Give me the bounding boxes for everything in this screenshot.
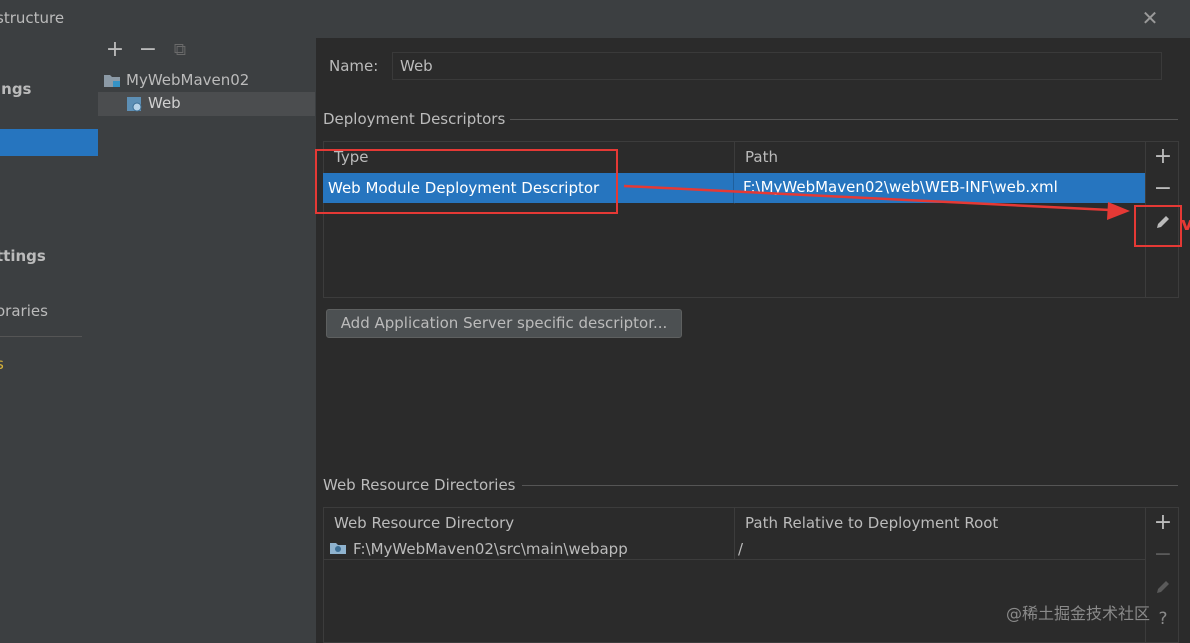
- relative-path-cell: /: [738, 540, 744, 558]
- sidebar-selected-item[interactable]: [0, 129, 98, 156]
- annotation-arrow: [623, 184, 1130, 220]
- add-server-descriptor-button[interactable]: Add Application Server specific descript…: [326, 309, 682, 338]
- plus-icon: +: [105, 37, 125, 62]
- group-separator: [522, 485, 1178, 486]
- close-button[interactable]: ✕: [1140, 6, 1160, 30]
- table-row[interactable]: F:\MyWebMaven02\src\main\webapp /: [324, 538, 1145, 559]
- annotation-highlight-type: [315, 149, 618, 214]
- module-folder-icon: [104, 75, 120, 87]
- tree-node-web[interactable]: Web: [98, 92, 315, 116]
- deployment-descriptors-title: Deployment Descriptors: [323, 110, 506, 128]
- sidebar-section-platform-settings: ttings: [0, 247, 46, 265]
- web-resource-directories-title: Web Resource Directories: [323, 476, 516, 494]
- tree-node-label: Web: [148, 94, 181, 112]
- copy-icon: ⧉: [173, 40, 187, 60]
- edit-resource-button[interactable]: [1147, 573, 1179, 601]
- edit-pencil-icon: [1157, 581, 1169, 593]
- help-icon: ?: [1158, 609, 1168, 629]
- watermark: @稀土掘金技术社区: [1006, 604, 1151, 623]
- tree-panel: [98, 38, 316, 643]
- help-button[interactable]: ?: [1147, 605, 1179, 633]
- sidebar-section-project-settings: ings: [0, 80, 32, 98]
- name-label: Name:: [329, 57, 379, 75]
- plus-icon: +: [1153, 144, 1173, 169]
- column-header-resource-directory[interactable]: Web Resource Directory: [324, 508, 734, 538]
- web-facet-icon: [127, 97, 142, 112]
- window-title: structure: [0, 9, 65, 27]
- add-resource-button[interactable]: +: [1147, 509, 1179, 537]
- name-field[interactable]: Web: [392, 52, 1162, 80]
- resource-directory-cell: F:\MyWebMaven02\src\main\webapp: [353, 540, 628, 558]
- sidebar-item-global-libraries[interactable]: oraries: [0, 302, 48, 320]
- sidebar-item-problems[interactable]: s: [0, 355, 4, 373]
- column-header-relative-path[interactable]: Path Relative to Deployment Root: [735, 508, 1145, 538]
- column-header-path[interactable]: Path: [735, 142, 1145, 172]
- dialog-header: [0, 0, 1190, 38]
- tree-copy-button[interactable]: ⧉: [169, 38, 191, 62]
- annotation-cut-text: v: [1181, 214, 1190, 235]
- sidebar-divider: [0, 336, 82, 337]
- tree-remove-button[interactable]: −: [137, 38, 159, 62]
- close-icon: ✕: [1141, 6, 1159, 30]
- minus-icon: −: [1153, 542, 1173, 567]
- tree-node-label: MyWebMaven02: [126, 71, 250, 89]
- tree-add-button[interactable]: +: [104, 38, 126, 62]
- web-folder-icon: [330, 543, 346, 554]
- add-descriptor-button[interactable]: +: [1147, 143, 1179, 171]
- row-separator: [324, 559, 1145, 560]
- minus-icon: −: [138, 37, 158, 62]
- plus-icon: +: [1153, 510, 1173, 535]
- remove-resource-button[interactable]: −: [1147, 541, 1179, 569]
- group-separator: [510, 119, 1178, 120]
